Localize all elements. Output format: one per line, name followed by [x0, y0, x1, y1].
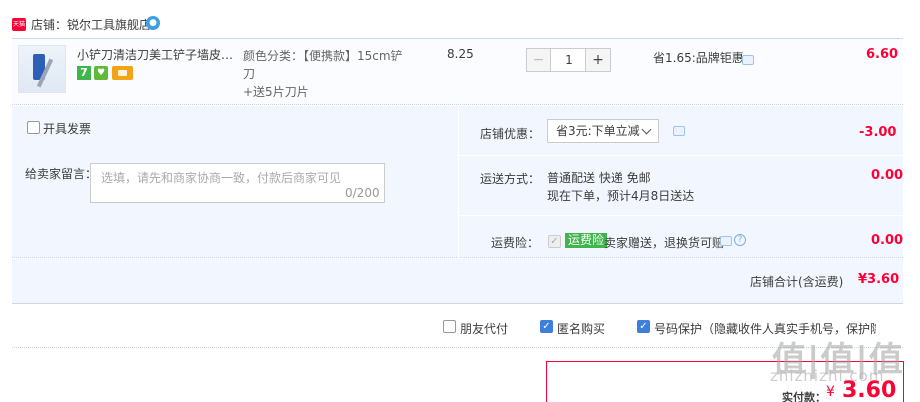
message-placeholder: 选填，请先和商家协商一致，付款后商家可见: [101, 171, 342, 185]
shipping-eta: 现在下单，预计4月8日送达: [547, 189, 695, 203]
anonymous-label[interactable]: 匿名购买: [557, 320, 605, 337]
seven-day-return-icon: 7: [77, 66, 91, 80]
insurance-amount: 0.00: [871, 233, 904, 248]
chevron-down-icon: [641, 124, 652, 135]
coupon-selected-value: 省3元:下单立减: [556, 124, 640, 138]
chat-bubble-icon[interactable]: ●: [146, 16, 160, 30]
quantity-plus-button[interactable]: +: [585, 49, 610, 71]
item-subtotal: 6.60: [866, 47, 899, 62]
product-thumbnail[interactable]: [18, 45, 66, 93]
sku-line-2: +送5片刀片: [243, 85, 309, 99]
panel-divider: [458, 106, 459, 258]
anonymous-checkbox[interactable]: ✓: [540, 320, 553, 333]
watermark-url: zhizhizhi.com: [770, 367, 885, 385]
credit-card-icon: [112, 66, 133, 80]
insurance-text: 卖家赠送，退换货可赔: [604, 236, 725, 250]
insurance-tag: 运费险: [565, 233, 608, 248]
item-sku: 颜色分类：【便携款】15cm铲刀 +送5片刀片: [243, 47, 408, 101]
shipping-label: 运送方式：: [480, 172, 541, 186]
footer-divider: [12, 347, 903, 348]
quantity-minus-button[interactable]: −: [527, 49, 551, 71]
discount-info-icon[interactable]: [742, 55, 754, 65]
coupon-amount: -3.00: [859, 125, 897, 140]
insurance-chat-icon[interactable]: [720, 236, 732, 246]
help-icon[interactable]: ?: [734, 234, 746, 246]
coupon-info-icon[interactable]: [673, 126, 685, 136]
shop-total-label: 店铺合计(含运费): [750, 275, 844, 289]
pay-label: 实付款：: [782, 391, 826, 402]
message-label: 给卖家留言：: [25, 167, 98, 181]
invoice-checkbox[interactable]: [27, 121, 40, 134]
shipping-amount: 0.00: [871, 168, 904, 183]
item-title-link[interactable]: 小铲刀清洁刀美工铲子墙皮神器…: [77, 47, 239, 63]
shipping-method: 普通配送 快递 免邮: [547, 171, 651, 185]
message-char-count: 0/200: [345, 186, 380, 200]
quantity-input[interactable]: 1: [552, 49, 586, 71]
item-discount: 省1.65:品牌钜惠: [653, 51, 744, 65]
panel-divider: [458, 155, 903, 156]
coupon-label: 店铺优惠：: [480, 127, 541, 141]
friend-pay-checkbox[interactable]: [443, 320, 456, 333]
quantity-stepper: − 1 +: [526, 48, 611, 72]
coupon-select[interactable]: 省3元:下单立减: [547, 119, 659, 143]
pay-currency: ¥: [826, 384, 835, 400]
number-protect-checkbox[interactable]: ✓: [637, 320, 650, 333]
insurance-checkbox: ✓: [548, 235, 561, 248]
sku-line-1: 颜色分类：【便携款】15cm铲刀: [243, 49, 403, 81]
friend-pay-label[interactable]: 朋友代付: [460, 320, 508, 337]
shop-name[interactable]: 店铺：锐尔工具旗舰店: [31, 16, 151, 34]
shop-total-amount: ¥3.60: [858, 272, 900, 287]
invoice-label[interactable]: 开具发票: [43, 120, 91, 137]
guarantee-shield-icon: ♥: [94, 66, 108, 80]
insurance-label: 运费险：: [491, 236, 540, 250]
panel-divider: [458, 215, 903, 216]
unit-price: 8.25: [447, 47, 474, 61]
tmall-badge-icon: 天猫: [12, 18, 26, 31]
